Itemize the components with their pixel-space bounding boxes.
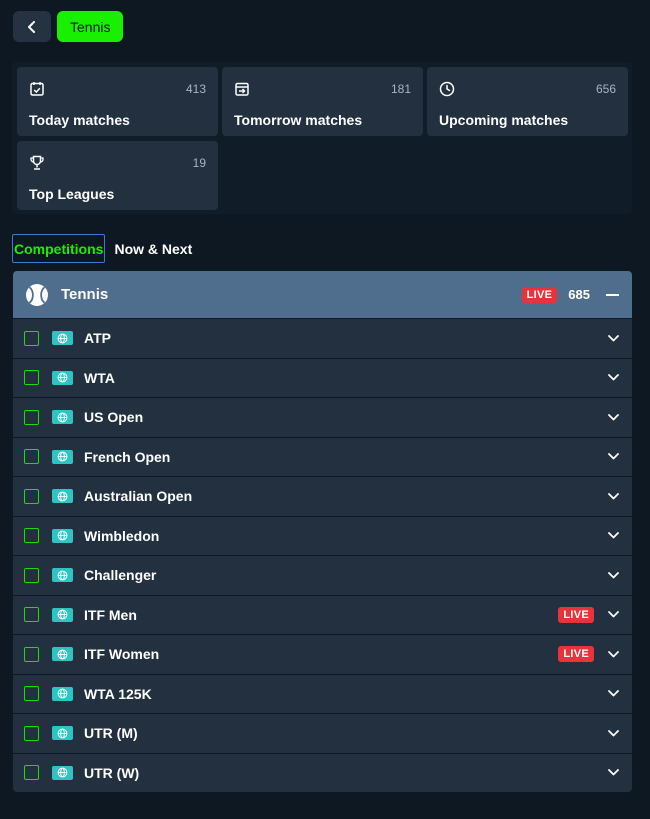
today-matches-count: 413: [185, 82, 206, 96]
top-bar: Tennis: [13, 11, 124, 42]
today-matches-card[interactable]: 413 Today matches: [17, 67, 218, 136]
competition-name: ATP: [84, 330, 111, 347]
select-checkbox[interactable]: [24, 607, 39, 623]
competition-row[interactable]: ATP: [13, 318, 632, 358]
select-checkbox[interactable]: [24, 370, 39, 386]
chevron-down-icon[interactable]: [607, 688, 619, 700]
competition-name: Wimbledon: [84, 527, 160, 544]
globe-flag-icon: [52, 370, 73, 385]
select-checkbox[interactable]: [24, 725, 39, 741]
live-badge: LIVE: [558, 606, 594, 623]
chevron-down-icon[interactable]: [607, 648, 619, 660]
tab-competitions[interactable]: Competitions: [12, 234, 106, 263]
calendar-arrow-icon: [235, 82, 249, 96]
chevron-down-icon[interactable]: [607, 767, 619, 779]
competition-row[interactable]: Wimbledon: [13, 515, 632, 555]
chevron-down-icon[interactable]: [607, 332, 619, 344]
today-matches-label: Today matches: [29, 112, 130, 128]
competition-name: WTA 125K: [84, 685, 152, 702]
sport-name: Tennis: [61, 286, 109, 303]
calendar-check-icon: [30, 82, 44, 96]
top-leagues-count: 19: [192, 156, 206, 170]
competition-name: Challenger: [84, 567, 157, 584]
competition-row[interactable]: WTA: [13, 357, 632, 397]
collapse-icon[interactable]: [606, 288, 620, 302]
competition-name: UTR (W): [84, 764, 140, 781]
tab-now-next[interactable]: Now & Next: [113, 234, 193, 263]
top-leagues-label: Top Leagues: [29, 186, 115, 202]
select-checkbox[interactable]: [24, 449, 39, 465]
select-checkbox[interactable]: [24, 686, 39, 702]
chevron-down-icon[interactable]: [607, 451, 619, 463]
trophy-icon: [30, 155, 44, 170]
chevron-left-icon: [28, 20, 35, 33]
view-tabs: Competitions Now & Next: [12, 234, 193, 263]
sport-header-tennis[interactable]: Tennis LIVE 685: [13, 271, 632, 318]
competition-name: ITF Women: [84, 646, 160, 663]
globe-flag-icon: [52, 765, 73, 780]
globe-flag-icon: [52, 489, 73, 504]
globe-flag-icon: [52, 528, 73, 543]
competition-row[interactable]: ITF Women LIVE: [13, 634, 632, 674]
globe-flag-icon: [52, 410, 73, 425]
back-button[interactable]: [13, 11, 51, 42]
select-checkbox[interactable]: [24, 528, 39, 544]
chevron-down-icon[interactable]: [607, 530, 619, 542]
select-checkbox[interactable]: [24, 409, 39, 425]
globe-flag-icon: [52, 607, 73, 622]
competition-name: WTA: [84, 369, 115, 386]
live-badge: LIVE: [558, 646, 594, 663]
competition-name: French Open: [84, 448, 171, 465]
competition-name: UTR (M): [84, 725, 138, 742]
competition-row[interactable]: WTA 125K: [13, 673, 632, 713]
upcoming-matches-card[interactable]: 656 Upcoming matches: [427, 67, 628, 136]
top-leagues-card[interactable]: 19 Top Leagues: [17, 141, 218, 210]
competition-name: US Open: [84, 409, 144, 426]
competition-row[interactable]: Australian Open: [13, 476, 632, 516]
upcoming-matches-count: 656: [595, 82, 616, 96]
clock-icon: [439, 81, 455, 97]
chevron-down-icon[interactable]: [607, 372, 619, 384]
competition-rows: ATP WTA US Open French Open Australian Open W…: [13, 318, 632, 792]
chevron-down-icon[interactable]: [607, 490, 619, 502]
chevron-down-icon[interactable]: [607, 727, 619, 739]
live-badge: LIVE: [521, 286, 558, 303]
globe-flag-icon: [52, 647, 73, 662]
select-checkbox[interactable]: [24, 646, 39, 662]
globe-flag-icon: [52, 449, 73, 464]
tomorrow-matches-label: Tomorrow matches: [234, 112, 363, 128]
competition-name: Australian Open: [84, 488, 193, 505]
globe-flag-icon: [52, 726, 73, 741]
globe-flag-icon: [52, 568, 73, 583]
globe-flag-icon: [52, 331, 73, 346]
tomorrow-matches-card[interactable]: 181 Tomorrow matches: [222, 67, 423, 136]
chevron-down-icon[interactable]: [607, 569, 619, 581]
upcoming-matches-label: Upcoming matches: [439, 112, 569, 128]
select-checkbox[interactable]: [24, 488, 39, 504]
competition-row[interactable]: French Open: [13, 436, 632, 476]
quick-filters-panel: 413 Today matches 181 Tomorrow matches 6…: [12, 62, 632, 214]
select-checkbox[interactable]: [24, 765, 39, 781]
competition-row[interactable]: UTR (W): [13, 752, 632, 792]
competition-row[interactable]: ITF Men LIVE: [13, 594, 632, 634]
chevron-down-icon[interactable]: [607, 609, 619, 621]
competition-row[interactable]: UTR (M): [13, 713, 632, 753]
globe-flag-icon: [52, 686, 73, 701]
sport-match-count: 685: [568, 287, 590, 302]
competition-row[interactable]: US Open: [13, 397, 632, 437]
select-checkbox[interactable]: [24, 330, 39, 346]
select-checkbox[interactable]: [24, 567, 39, 583]
chevron-down-icon[interactable]: [607, 411, 619, 423]
competition-name: ITF Men: [84, 606, 137, 623]
competitions-list: Tennis LIVE 685 ATP WTA US Open French Open…: [13, 271, 632, 792]
competition-row[interactable]: Challenger: [13, 555, 632, 595]
sport-chip-tennis[interactable]: Tennis: [57, 11, 124, 42]
tennis-ball-icon: [26, 283, 48, 306]
tomorrow-matches-count: 181: [390, 82, 411, 96]
